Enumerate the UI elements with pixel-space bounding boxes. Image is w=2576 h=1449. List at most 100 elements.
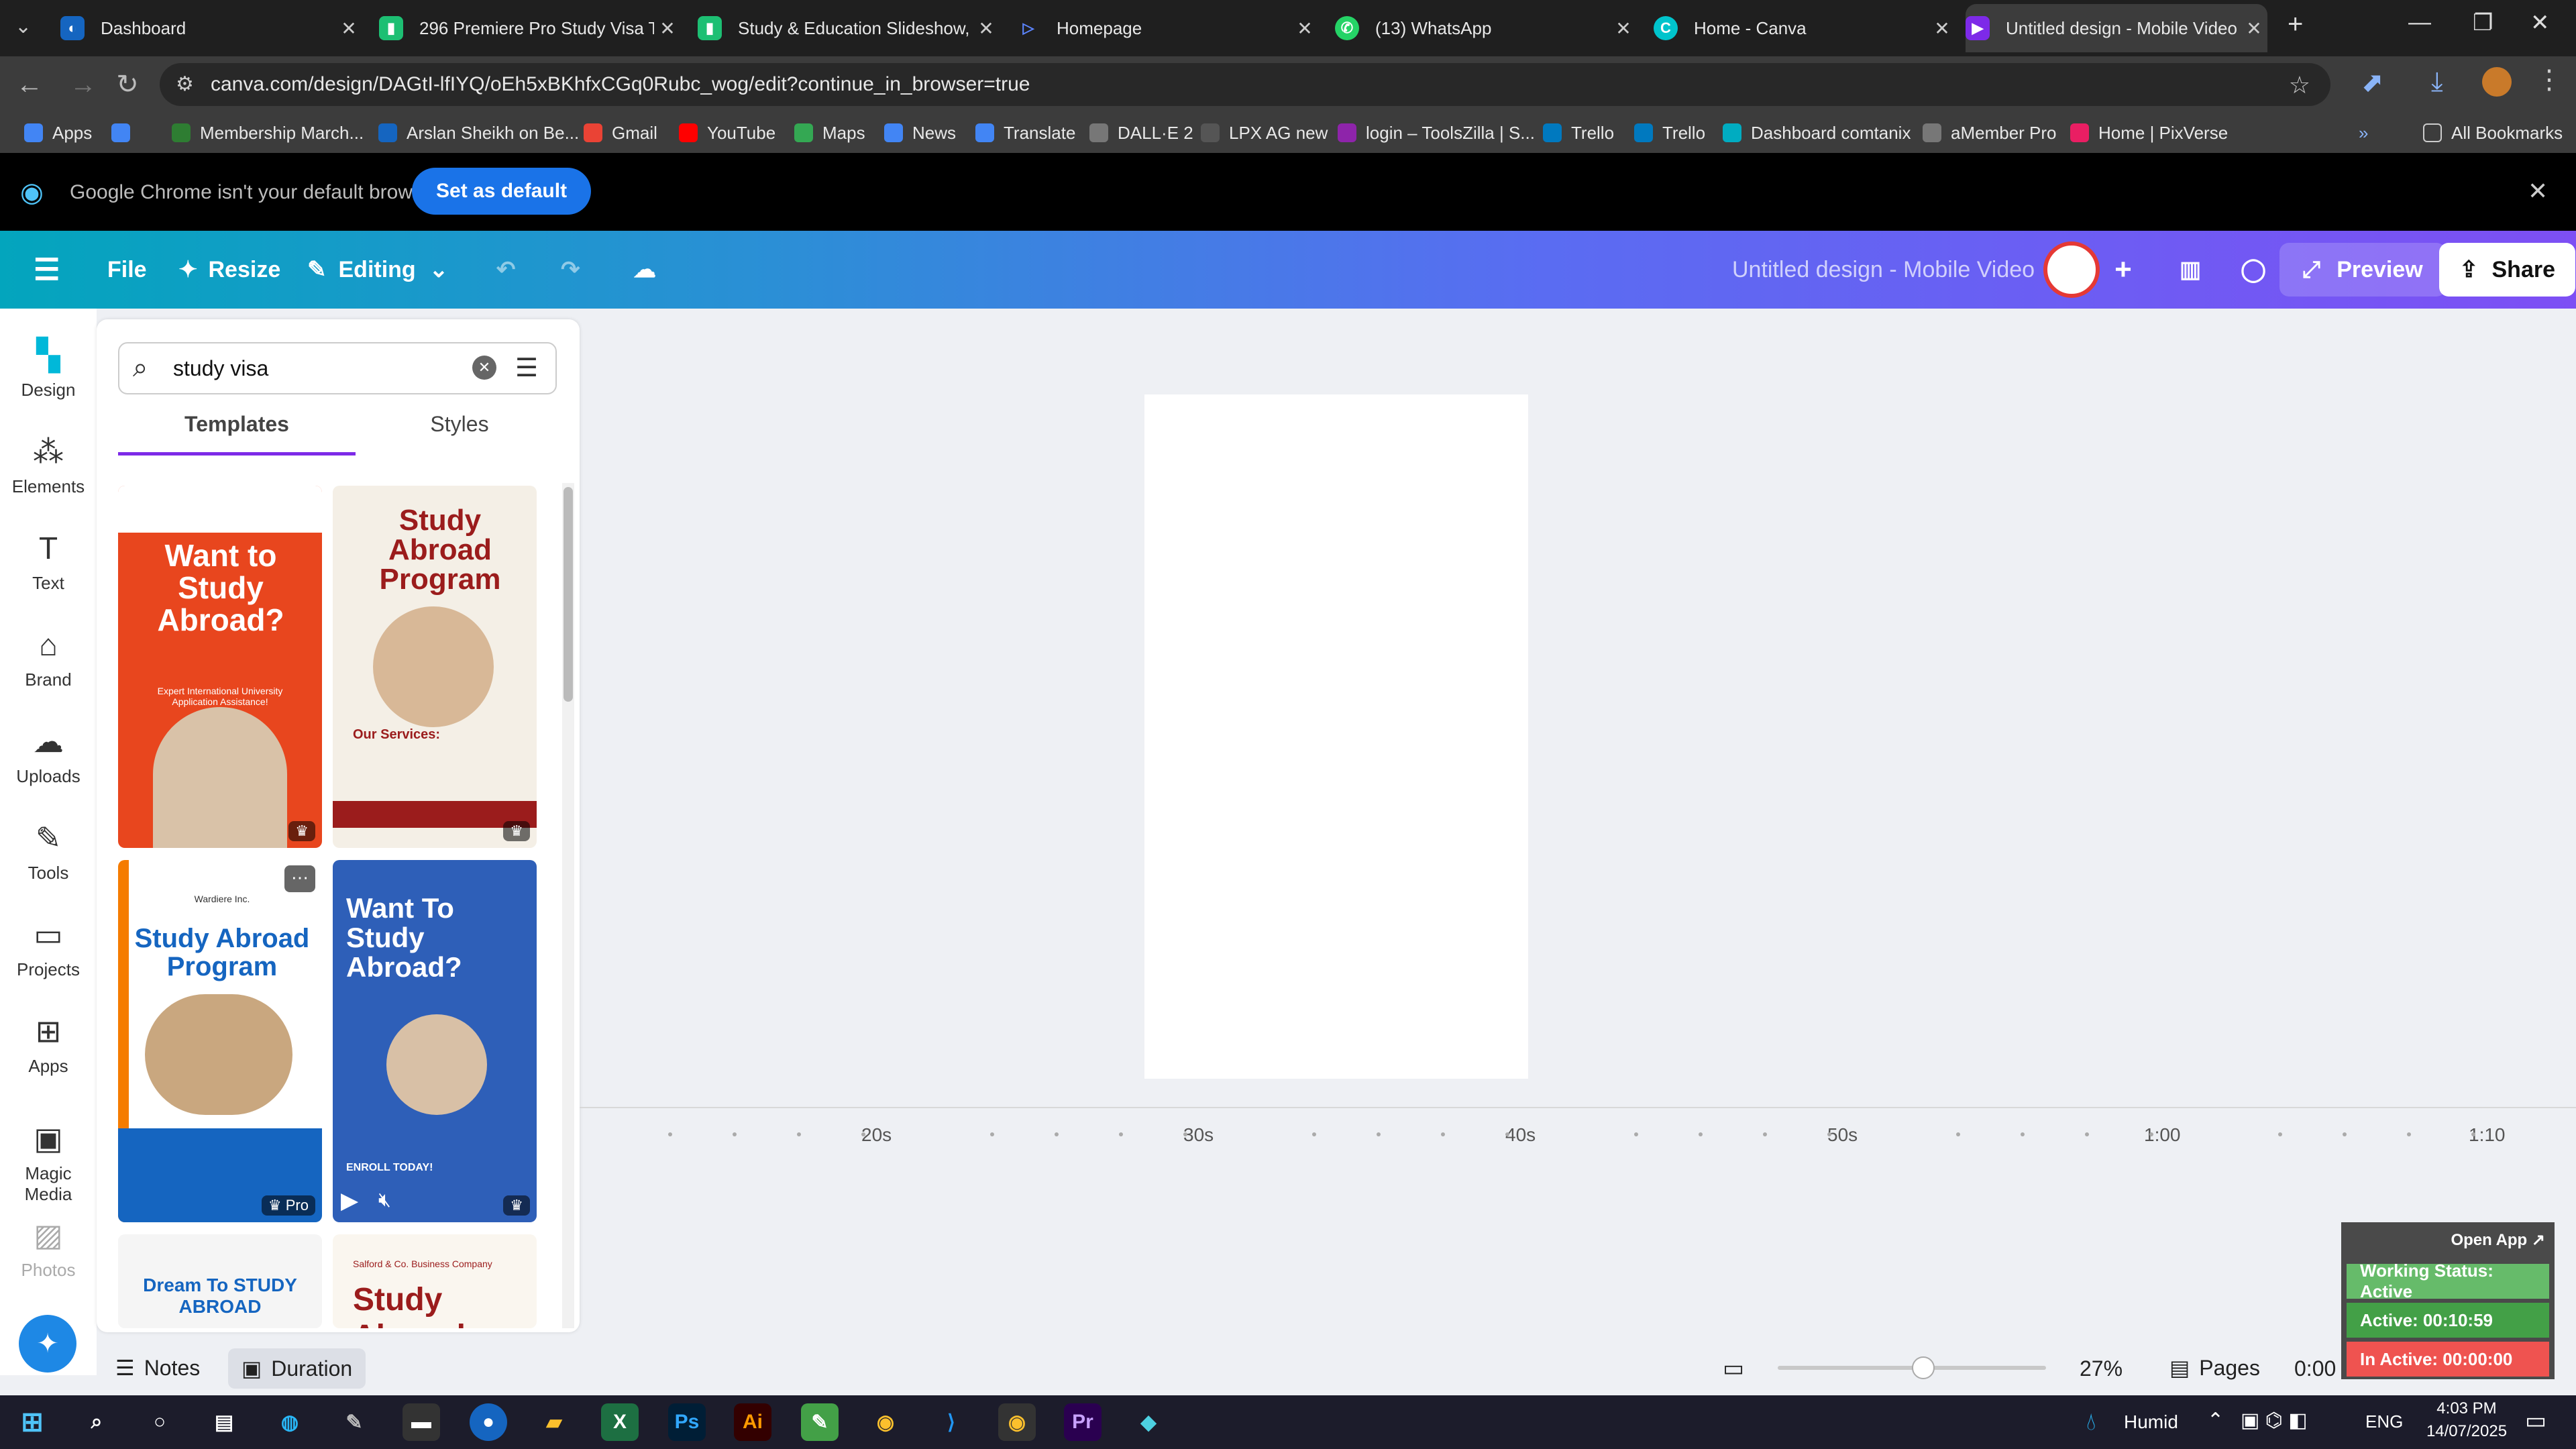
set-as-default-button[interactable]: Set as default xyxy=(412,168,592,215)
bookmark-amember[interactable]: aMember Pro xyxy=(1923,113,2057,153)
back-icon[interactable]: ← xyxy=(9,56,50,113)
resize-button[interactable]: ✦ Resize xyxy=(178,231,280,309)
close-icon[interactable]: ✕ xyxy=(335,17,362,40)
rail-tools[interactable]: ✎ Tools xyxy=(0,820,97,883)
template-search-input[interactable]: ⌕ study visa ✕ ☰ xyxy=(118,342,557,394)
browser-tab-untitled-design[interactable]: ▶ Untitled design - Mobile Video ✕ xyxy=(1966,4,2267,52)
more-bookmarks-icon[interactable]: » xyxy=(2359,113,2368,153)
reload-icon[interactable]: ↻ xyxy=(107,56,148,113)
browser-tab-slideshow[interactable]: ▮ Study & Education Slideshow, V ✕ xyxy=(698,4,1000,52)
design-canvas-page[interactable] xyxy=(1144,394,1528,1079)
close-icon[interactable]: ✕ xyxy=(654,17,681,40)
more-options-icon[interactable]: ⋯ xyxy=(284,865,315,892)
browser-menu-icon[interactable]: ⋮ xyxy=(2536,64,2563,95)
bookmark-membership[interactable]: Membership March... xyxy=(172,113,364,153)
template-card[interactable]: Salford & Co. Business Company Study Abr… xyxy=(333,1234,537,1328)
premiere-icon[interactable]: Pr xyxy=(1064,1403,1102,1441)
scrollbar-thumb[interactable] xyxy=(564,487,573,702)
rail-magic-media[interactable]: ▣ Magic Media xyxy=(0,1120,97,1205)
menu-icon[interactable]: ☰ xyxy=(34,231,60,309)
template-card[interactable]: Study Abroad Program Our Services: ♛ xyxy=(333,486,537,848)
weather-icon[interactable]: 💧︎ xyxy=(2086,1407,2096,1436)
page-view-icon[interactable]: ▭ xyxy=(1723,1355,1744,1382)
template-card[interactable]: Wardiere Inc. Study Abroad Program ♛ Pro… xyxy=(118,860,322,1222)
cloud-saved-icon[interactable]: ☁ xyxy=(633,231,656,309)
template-card[interactable]: Dream To STUDY ABROAD xyxy=(118,1234,322,1328)
profile-avatar[interactable] xyxy=(2482,67,2512,97)
zoom-level[interactable]: 27% xyxy=(2080,1356,2123,1381)
browser-tab-home-canva[interactable]: C Home - Canva ✕ xyxy=(1654,4,1955,52)
design-title[interactable]: Untitled design - Mobile Video xyxy=(1732,231,2035,309)
bookmark-gmail[interactable]: Gmail xyxy=(584,113,657,153)
edge-icon[interactable]: ◍ xyxy=(271,1403,309,1441)
browser-tab-homepage[interactable]: ▷ Homepage ✕ xyxy=(1016,4,1318,52)
bookmark-grid[interactable] xyxy=(111,113,140,153)
notes-button[interactable]: ☰ Notes xyxy=(115,1355,200,1381)
rail-apps[interactable]: ⊞ Apps xyxy=(0,1013,97,1077)
file-explorer-icon[interactable]: ▰ xyxy=(535,1403,573,1441)
bookmark-star-icon[interactable]: ☆ xyxy=(2289,71,2310,99)
bookmark-arslan[interactable]: Arslan Sheikh on Be... xyxy=(378,113,579,153)
address-bar[interactable]: ⚙ canva.com/design/DAGtI-lfIYQ/oEh5xBKhf… xyxy=(160,63,2330,106)
vscode-icon[interactable]: ⟩ xyxy=(932,1403,970,1441)
app-green-icon[interactable]: ✎ xyxy=(801,1403,839,1441)
clear-search-icon[interactable]: ✕ xyxy=(472,356,496,380)
close-icon[interactable]: ✕ xyxy=(2241,17,2267,40)
bookmark-dalle[interactable]: DALL·E 2 xyxy=(1089,113,1193,153)
all-bookmarks[interactable]: All Bookmarks xyxy=(2423,113,2563,153)
tray-chevron-icon[interactable]: ⌃ xyxy=(2207,1409,2224,1432)
bookmark-trello-2[interactable]: Trello xyxy=(1634,113,1705,153)
close-infobar-icon[interactable]: ✕ xyxy=(2528,177,2548,205)
language-indicator[interactable]: ENG xyxy=(2365,1411,2403,1432)
pen-icon[interactable]: ✎ xyxy=(335,1403,373,1441)
zoom-icon[interactable]: ● xyxy=(470,1403,507,1441)
pages-button[interactable]: ▤ Pages xyxy=(2169,1355,2260,1381)
cortana-icon[interactable]: ○ xyxy=(141,1403,178,1441)
chrome-active-icon[interactable]: ◉ xyxy=(998,1403,1036,1441)
duration-button[interactable]: ▣ Duration xyxy=(228,1348,366,1389)
editing-mode-button[interactable]: ✎ Editing ⌄ xyxy=(307,231,448,309)
insights-icon[interactable]: ▥ xyxy=(2160,231,2220,309)
bookmark-trello-1[interactable]: Trello xyxy=(1543,113,1614,153)
comments-icon[interactable]: ◯ xyxy=(2223,231,2284,309)
add-people-icon[interactable]: + xyxy=(2100,231,2147,309)
close-icon[interactable]: ✕ xyxy=(973,17,1000,40)
close-icon[interactable]: ✕ xyxy=(1291,17,1318,40)
windows-start-icon[interactable]: ⊞ xyxy=(13,1403,51,1441)
bookmark-youtube[interactable]: YouTube xyxy=(679,113,775,153)
downloads-icon[interactable]: ⤓ xyxy=(2431,67,2443,97)
undo-icon[interactable]: ↶ xyxy=(496,231,516,309)
tray-apps-icon[interactable]: ▣ ⌬ ◧ xyxy=(2241,1409,2308,1432)
bookmark-toolszilla[interactable]: login – ToolsZilla | S... xyxy=(1338,113,1535,153)
panel-scrollbar[interactable] xyxy=(562,483,574,1328)
bookmark-lpx[interactable]: LPX AG new xyxy=(1201,113,1328,153)
rail-uploads[interactable]: ☁ Uploads xyxy=(0,723,97,787)
site-info-icon[interactable]: ⚙ xyxy=(176,72,194,96)
photoshop-icon[interactable]: Ps xyxy=(668,1403,706,1441)
terminal-icon[interactable]: ▬ xyxy=(402,1403,440,1441)
search-icon[interactable]: ⌕ xyxy=(78,1403,115,1441)
bookmark-maps[interactable]: Maps xyxy=(794,113,865,153)
preview-button[interactable]: ⤢ Preview xyxy=(2279,243,2446,297)
tab-search-icon[interactable]: ⌄ xyxy=(15,15,32,38)
task-view-icon[interactable]: ▤ xyxy=(205,1403,243,1441)
mute-icon[interactable]: 🔇︎ xyxy=(378,1189,391,1212)
bookmark-apps[interactable]: Apps xyxy=(24,113,92,153)
bookmark-comtanix[interactable]: Dashboard comtanix xyxy=(1723,113,1911,153)
illustrator-icon[interactable]: Ai xyxy=(734,1403,771,1441)
magic-assistant-icon[interactable]: ✦ xyxy=(19,1315,76,1373)
browser-tab-dashboard[interactable]: ◐ Dashboard ✕ xyxy=(60,4,362,52)
rail-elements[interactable]: ⁂ Elements xyxy=(0,433,97,497)
forward-icon[interactable]: → xyxy=(63,56,103,113)
excel-icon[interactable]: X xyxy=(601,1403,639,1441)
zoom-slider-knob[interactable] xyxy=(1912,1356,1935,1379)
new-tab-icon[interactable]: + xyxy=(2288,9,2303,40)
filter-icon[interactable]: ☰ xyxy=(515,353,538,383)
minimize-icon[interactable]: — xyxy=(2408,9,2431,36)
template-card[interactable]: Want to Study Abroad? Expert Internation… xyxy=(118,486,322,848)
close-icon[interactable]: ✕ xyxy=(1610,17,1637,40)
team-avatar[interactable] xyxy=(2043,241,2100,298)
bookmark-translate[interactable]: Translate xyxy=(975,113,1075,153)
share-button[interactable]: ⇪ Share xyxy=(2439,243,2575,297)
zoom-slider[interactable] xyxy=(1778,1356,2046,1379)
